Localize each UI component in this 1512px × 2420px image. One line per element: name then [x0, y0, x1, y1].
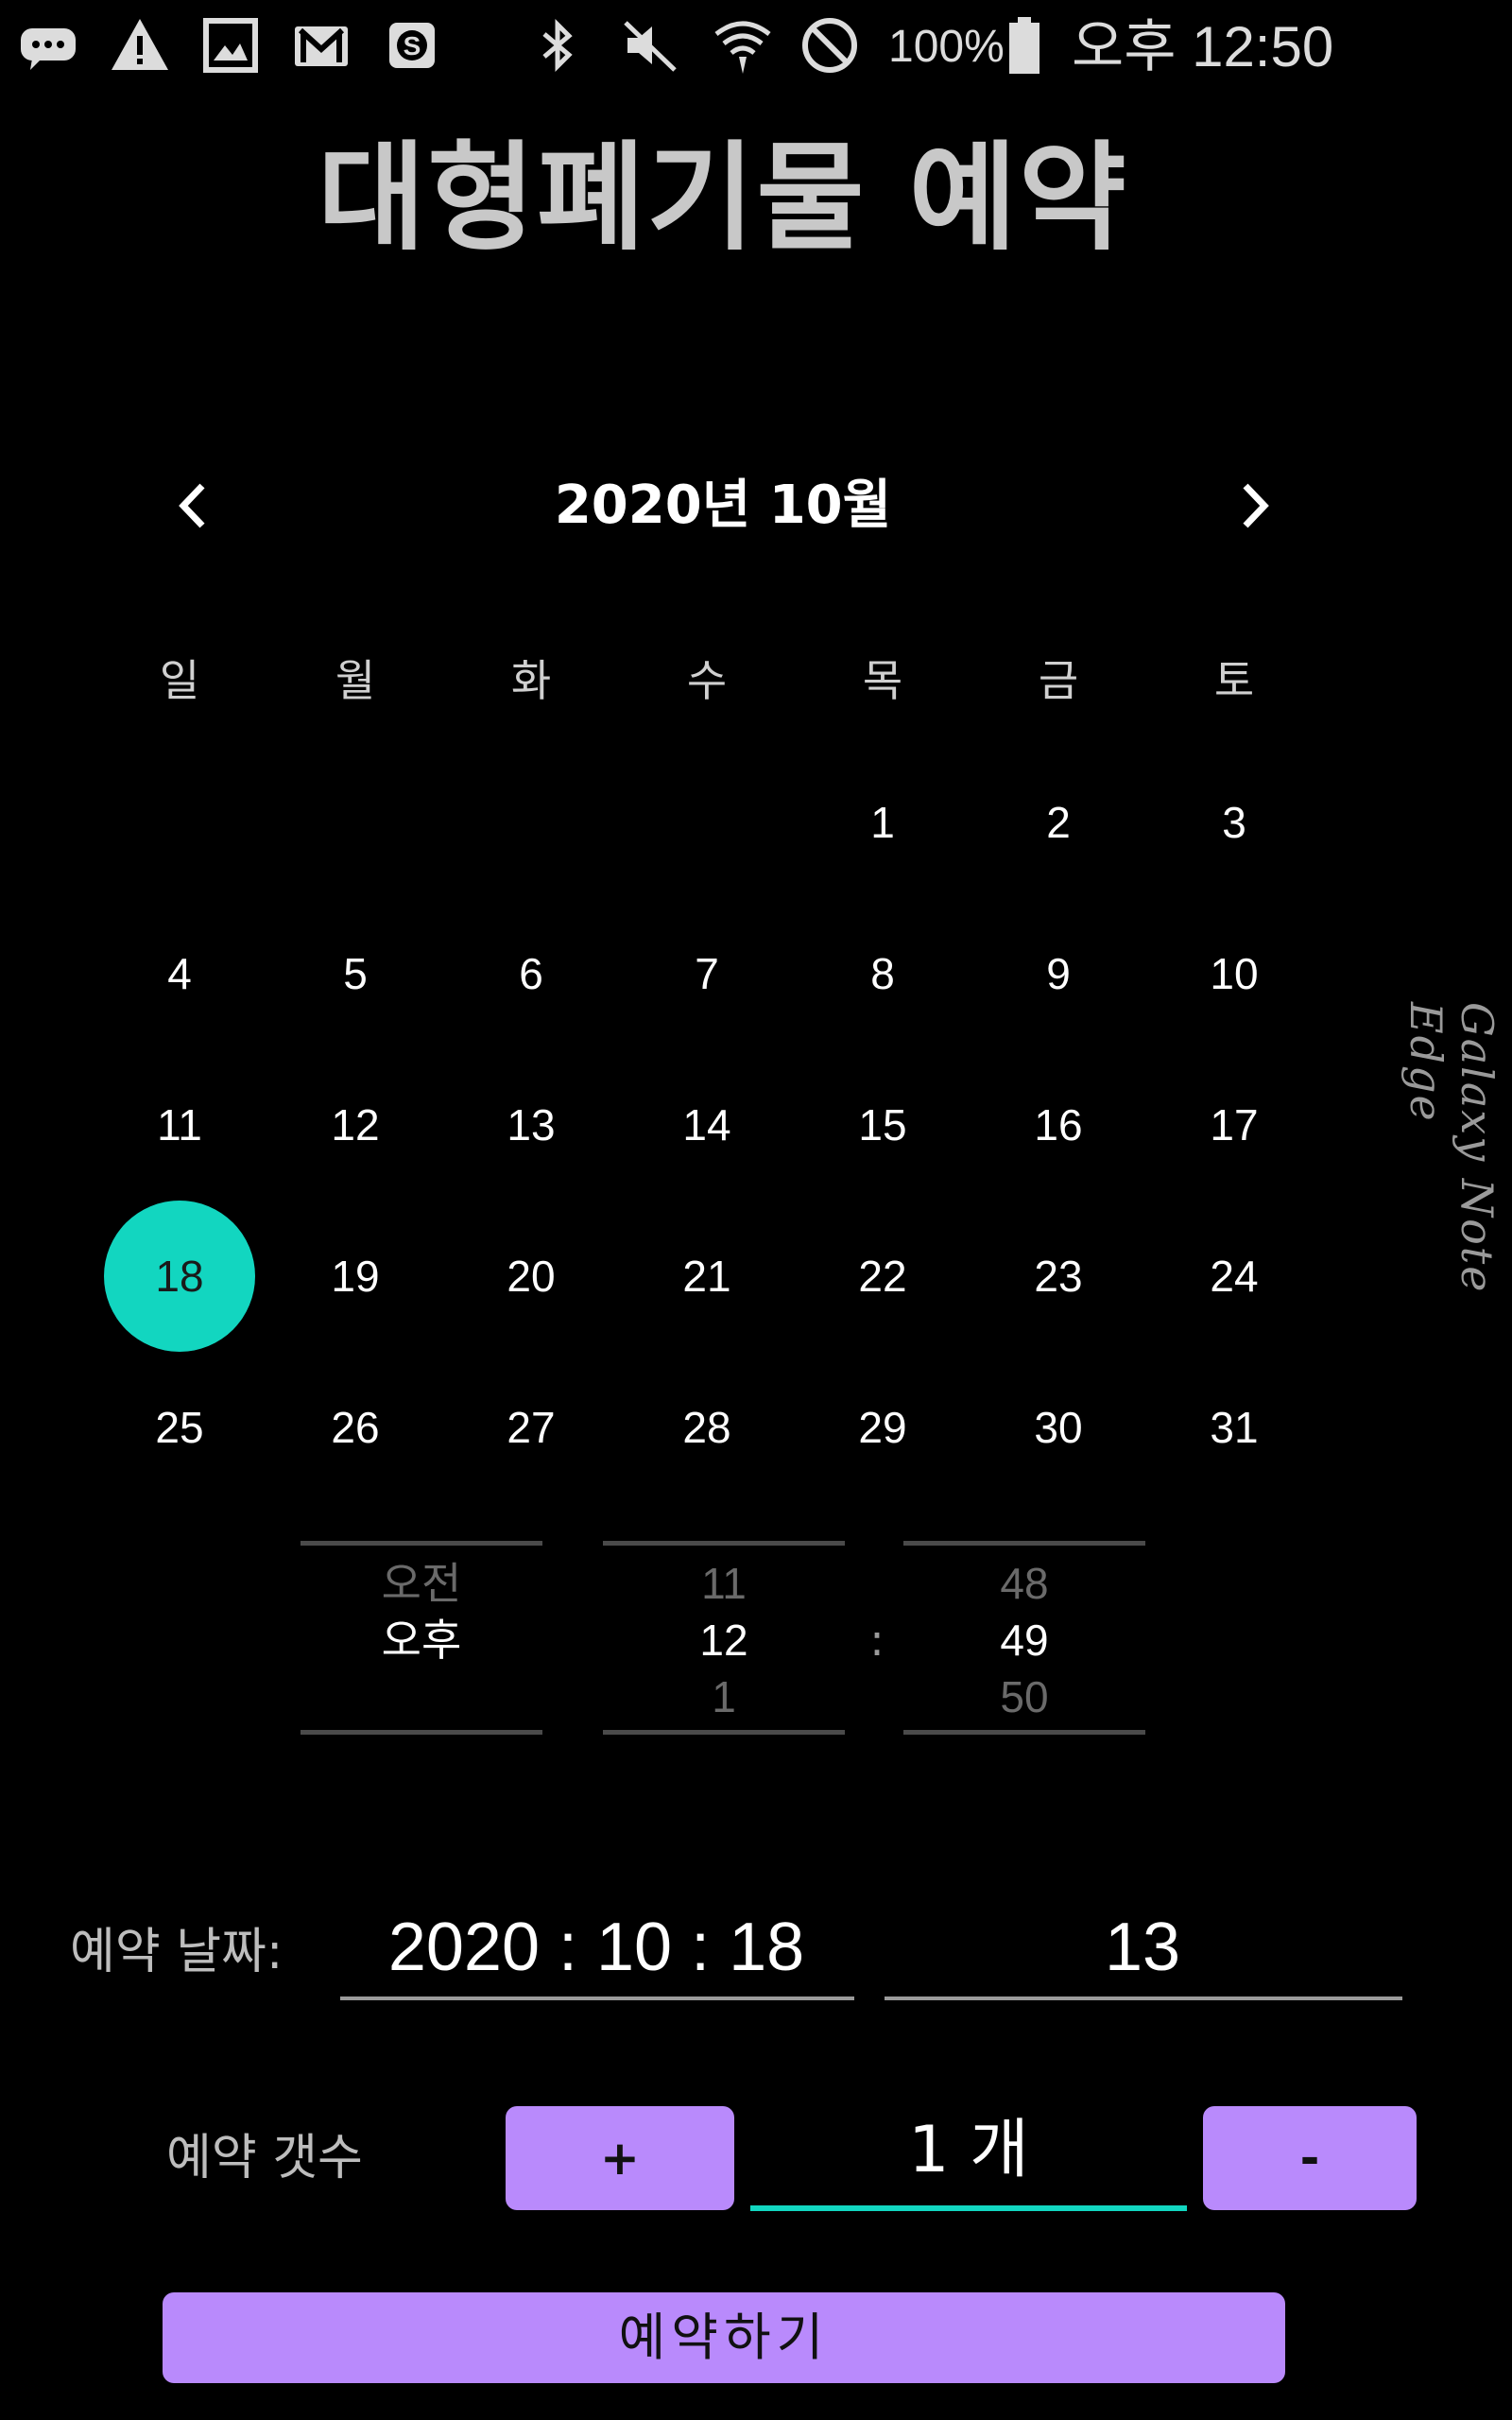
minus-button[interactable]: -	[1203, 2106, 1417, 2210]
image-icon	[200, 15, 261, 76]
hour-prev: 11	[701, 1559, 747, 1608]
day-cell[interactable]: 24	[1159, 1201, 1310, 1352]
status-clock: 오후 12:50	[1072, 15, 1334, 78]
time-colon: :	[869, 1615, 885, 1666]
day-cell[interactable]: 31	[1159, 1352, 1310, 1503]
day-cell[interactable]: 23	[983, 1201, 1134, 1352]
day-cell[interactable]: 1	[807, 747, 958, 898]
day-cell[interactable]: 9	[983, 898, 1134, 1049]
day-cell[interactable]: 30	[983, 1352, 1134, 1503]
bluetooth-icon	[527, 15, 588, 76]
weekday-label: 월	[335, 655, 376, 706]
block-icon	[799, 15, 860, 76]
weekday-label: 토	[1213, 655, 1255, 706]
day-cell[interactable]: 15	[807, 1049, 958, 1201]
minute-prev: 48	[1000, 1559, 1049, 1608]
count-field-underline	[750, 2205, 1187, 2211]
day-cell[interactable]: 10	[1159, 898, 1310, 1049]
hour-current: 12	[699, 1616, 748, 1665]
page-title: 대형폐기물 예약	[318, 130, 1128, 267]
date-field-underline	[340, 1996, 854, 2000]
chevron-right-icon	[1243, 483, 1269, 528]
weekday-label: 수	[686, 655, 728, 706]
minute-current: 49	[1000, 1616, 1049, 1665]
day-cell[interactable]: 7	[631, 898, 782, 1049]
day-cell[interactable]: 22	[807, 1201, 958, 1352]
money-app-icon: S	[382, 15, 442, 76]
hour-picker[interactable]: 11 12 1	[603, 1531, 849, 1739]
day-cell[interactable]: 2	[983, 747, 1134, 898]
weekday-label: 목	[862, 655, 903, 706]
date-field[interactable]: 2020 : 10 : 18	[340, 1905, 852, 1990]
time-field-underline	[885, 1996, 1402, 2000]
chat-bubble-icon	[19, 15, 79, 76]
device-edge-label: Galaxy Note Edge	[1400, 1002, 1503, 1294]
date-label: 예약 날짜:	[70, 1924, 284, 1980]
weekday-label: 금	[1038, 655, 1079, 706]
reserve-button[interactable]: 예약하기	[163, 2292, 1285, 2383]
day-cell[interactable]: 29	[807, 1352, 958, 1503]
battery-icon	[1005, 15, 1043, 76]
day-cell[interactable]: 6	[455, 898, 607, 1049]
ampm-prev: 오전	[381, 1559, 462, 1608]
count-field[interactable]: 1 개	[750, 2108, 1187, 2193]
weekday-label: 화	[510, 655, 552, 706]
day-cell[interactable]: 19	[280, 1201, 431, 1352]
day-cell[interactable]: 12	[280, 1049, 431, 1201]
mute-icon	[620, 15, 680, 76]
day-cell[interactable]: 14	[631, 1049, 782, 1201]
day-cell[interactable]: 8	[807, 898, 958, 1049]
plus-button[interactable]: +	[506, 2106, 734, 2210]
minute-next: 50	[1000, 1672, 1049, 1721]
day-cell[interactable]: 3	[1159, 747, 1310, 898]
hour-next: 1	[712, 1672, 736, 1721]
count-label: 예약 갯수	[166, 2130, 363, 2187]
wifi-icon	[713, 15, 773, 76]
day-cell[interactable]: 25	[104, 1352, 255, 1503]
gmail-icon	[291, 15, 352, 76]
day-cell[interactable]: 28	[631, 1352, 782, 1503]
day-cell[interactable]: 26	[280, 1352, 431, 1503]
day-cell[interactable]: 5	[280, 898, 431, 1049]
weekday-label: 일	[159, 655, 200, 706]
svg-text:S: S	[404, 31, 421, 60]
day-cell[interactable]: 16	[983, 1049, 1134, 1201]
battery-percent: 100%	[888, 22, 1005, 72]
time-field[interactable]: 13	[885, 1905, 1400, 1990]
day-cell[interactable]: 4	[104, 898, 255, 1049]
day-cell[interactable]: 27	[455, 1352, 607, 1503]
minute-picker[interactable]: 48 49 50	[903, 1531, 1149, 1739]
day-cell[interactable]: 20	[455, 1201, 607, 1352]
status-bar: S 100% 오후 12:50	[0, 0, 1512, 95]
next-month-button[interactable]	[1211, 463, 1297, 548]
ampm-picker[interactable]: 오전 오후	[301, 1531, 546, 1739]
day-cell[interactable]: 11	[104, 1049, 255, 1201]
day-cell[interactable]: 13	[455, 1049, 607, 1201]
day-cell-selected[interactable]: 18	[104, 1201, 255, 1352]
ampm-current: 오후	[381, 1616, 462, 1665]
day-cell[interactable]: 17	[1159, 1049, 1310, 1201]
day-cell[interactable]: 21	[631, 1201, 782, 1352]
warning-icon	[110, 15, 170, 76]
